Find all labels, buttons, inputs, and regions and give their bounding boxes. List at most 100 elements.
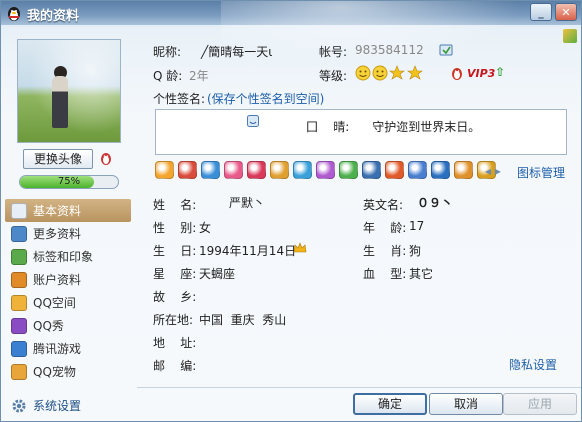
- icon-management-link[interactable]: 图标管理: [517, 164, 565, 181]
- q-age-label: Q 龄:: [153, 69, 183, 83]
- skin-icon[interactable]: [563, 29, 577, 43]
- service-icon[interactable]: [454, 161, 473, 179]
- service-icon[interactable]: [385, 161, 404, 179]
- sidebar-item-label: QQ宠物: [33, 365, 76, 379]
- sidebar-item-label: 标签和印象: [33, 250, 94, 264]
- tag-icon: [11, 248, 27, 265]
- english-name-label: 英文名:: [363, 198, 404, 212]
- english-name-value: ０９丶: [417, 196, 454, 210]
- copy-account-icon[interactable]: [439, 44, 453, 56]
- cancel-button[interactable]: 取消: [429, 393, 503, 415]
- service-icon[interactable]: [431, 161, 450, 179]
- profile-window: 我的资料 _ ✕ 更换头像 75% 基本资料更多资料标签和印象账户资料 QQ空间 Q…: [0, 0, 582, 422]
- service-icon[interactable]: [362, 161, 381, 179]
- birthday-crown-icon: [293, 242, 307, 253]
- constellation-label: 星 座:: [153, 267, 197, 281]
- document-icon: [11, 225, 27, 242]
- save-signature-link[interactable]: (保存个性签名到空间): [207, 90, 324, 107]
- age-value: 17: [409, 219, 425, 233]
- hometown-label: 故 乡:: [153, 290, 197, 304]
- sidebar-item-label: QQ空间: [33, 296, 76, 310]
- sidebar-item-7[interactable]: QQ宠物: [5, 360, 131, 383]
- service-icon[interactable]: [178, 161, 197, 179]
- service-icon[interactable]: [316, 161, 335, 179]
- change-avatar-button[interactable]: 更换头像: [23, 149, 93, 169]
- nickname-label: 昵称:: [153, 45, 182, 59]
- service-icon[interactable]: [224, 161, 243, 179]
- sidebar-item-label: 腾讯游戏: [33, 342, 82, 356]
- age-label: 年 龄:: [363, 221, 407, 235]
- service-icon[interactable]: [293, 161, 312, 179]
- progress-text: 75%: [57, 176, 81, 187]
- sidebar-item-5[interactable]: QQ秀: [5, 314, 131, 337]
- pet-icon: [11, 363, 27, 380]
- sidebar-item-1[interactable]: 更多资料: [5, 222, 131, 245]
- system-settings-label: 系统设置: [33, 399, 82, 413]
- qq-penguin-icon: [8, 7, 20, 21]
- sidebar-item-2[interactable]: 标签和印象: [5, 245, 131, 268]
- close-button[interactable]: ✕: [555, 3, 577, 21]
- qqshow-icon: [11, 317, 27, 334]
- address-label: 地 址:: [153, 336, 197, 350]
- service-icon[interactable]: [339, 161, 358, 179]
- zodiac-label: 生 肖:: [363, 244, 407, 258]
- sidebar-item-0[interactable]: 基本资料: [5, 199, 131, 222]
- icons-scroll-arrows[interactable]: ◂ ▸: [485, 164, 501, 178]
- birthday-label: 生 日:: [153, 244, 197, 258]
- sidebar-item-3[interactable]: 账户资料: [5, 268, 131, 291]
- blood-type-label: 血 型:: [363, 267, 407, 281]
- service-icon[interactable]: [155, 161, 174, 179]
- sidebar-item-label: 基本资料: [33, 204, 82, 218]
- blood-type-value: 其它: [409, 267, 434, 281]
- title-bar[interactable]: 我的资料 _ ✕: [1, 1, 581, 61]
- minimize-icon: _: [538, 5, 544, 19]
- gear-icon: [12, 399, 26, 412]
- ok-button[interactable]: 确定: [353, 393, 427, 415]
- level-up-arrow-icon: ⇧: [495, 65, 506, 79]
- service-icon[interactable]: [408, 161, 427, 179]
- penguin-avatar-icon[interactable]: [97, 149, 115, 167]
- minimize-button[interactable]: _: [530, 3, 552, 21]
- sidebar-item-4[interactable]: QQ空间: [5, 291, 131, 314]
- service-icon[interactable]: [270, 161, 289, 179]
- service-icon-bar: [155, 161, 496, 179]
- sidebar-item-label: 账户资料: [33, 273, 82, 287]
- birthday-value: 1994年11月14日: [199, 244, 297, 258]
- gender-label: 性 别:: [153, 221, 197, 235]
- apply-button[interactable]: 应用: [503, 393, 577, 415]
- game-icon: [11, 340, 27, 357]
- constellation-value: 天蝎座: [199, 267, 236, 281]
- gender-value: 女: [199, 221, 212, 235]
- account-label: 帐号:: [319, 45, 348, 59]
- zipcode-label: 邮 编:: [153, 359, 197, 373]
- service-icon[interactable]: [247, 161, 266, 179]
- location-value: 中国 重庆 秀山: [199, 313, 287, 327]
- zodiac-value: 狗: [409, 244, 422, 258]
- level-icons[interactable]: [355, 64, 425, 82]
- name-value: 严默丶: [229, 196, 266, 210]
- nickname-value: ╱簡晴每一天ι: [201, 45, 273, 59]
- vip-penguin-icon: [452, 68, 462, 80]
- sidebar-nav: 基本资料更多资料标签和印象账户资料 QQ空间 QQ秀腾讯游戏 QQ宠物: [5, 199, 131, 383]
- qzone-icon: [11, 294, 27, 311]
- signature-label: 个性签名:: [153, 92, 206, 106]
- q-age-value: 2年: [189, 69, 209, 83]
- sidebar-item-6[interactable]: 腾讯游戏: [5, 337, 131, 360]
- level-label: 等级:: [319, 69, 348, 83]
- close-icon: ✕: [561, 5, 571, 19]
- signature-input[interactable]: 囗 晴: 守护迩到世界末日。: [155, 109, 567, 155]
- service-icon[interactable]: [201, 161, 220, 179]
- avatar: [17, 39, 121, 143]
- vip-badge[interactable]: VIP3: [467, 67, 495, 80]
- id-card-icon: [11, 202, 27, 219]
- system-settings-link[interactable]: 系统设置: [11, 397, 81, 414]
- sidebar-item-label: QQ秀: [33, 319, 64, 333]
- location-label: 所在地:: [153, 313, 194, 327]
- sidebar-item-label: 更多资料: [33, 227, 82, 241]
- account-icon: [11, 271, 27, 288]
- signature-text: 囗 晴: 守护迩到世界末日。: [306, 120, 481, 134]
- account-value: 983584112: [355, 43, 424, 57]
- privacy-settings-link[interactable]: 隐私设置: [509, 356, 557, 373]
- signature-emoji-icon: [247, 115, 259, 127]
- window-title: 我的资料: [27, 9, 80, 24]
